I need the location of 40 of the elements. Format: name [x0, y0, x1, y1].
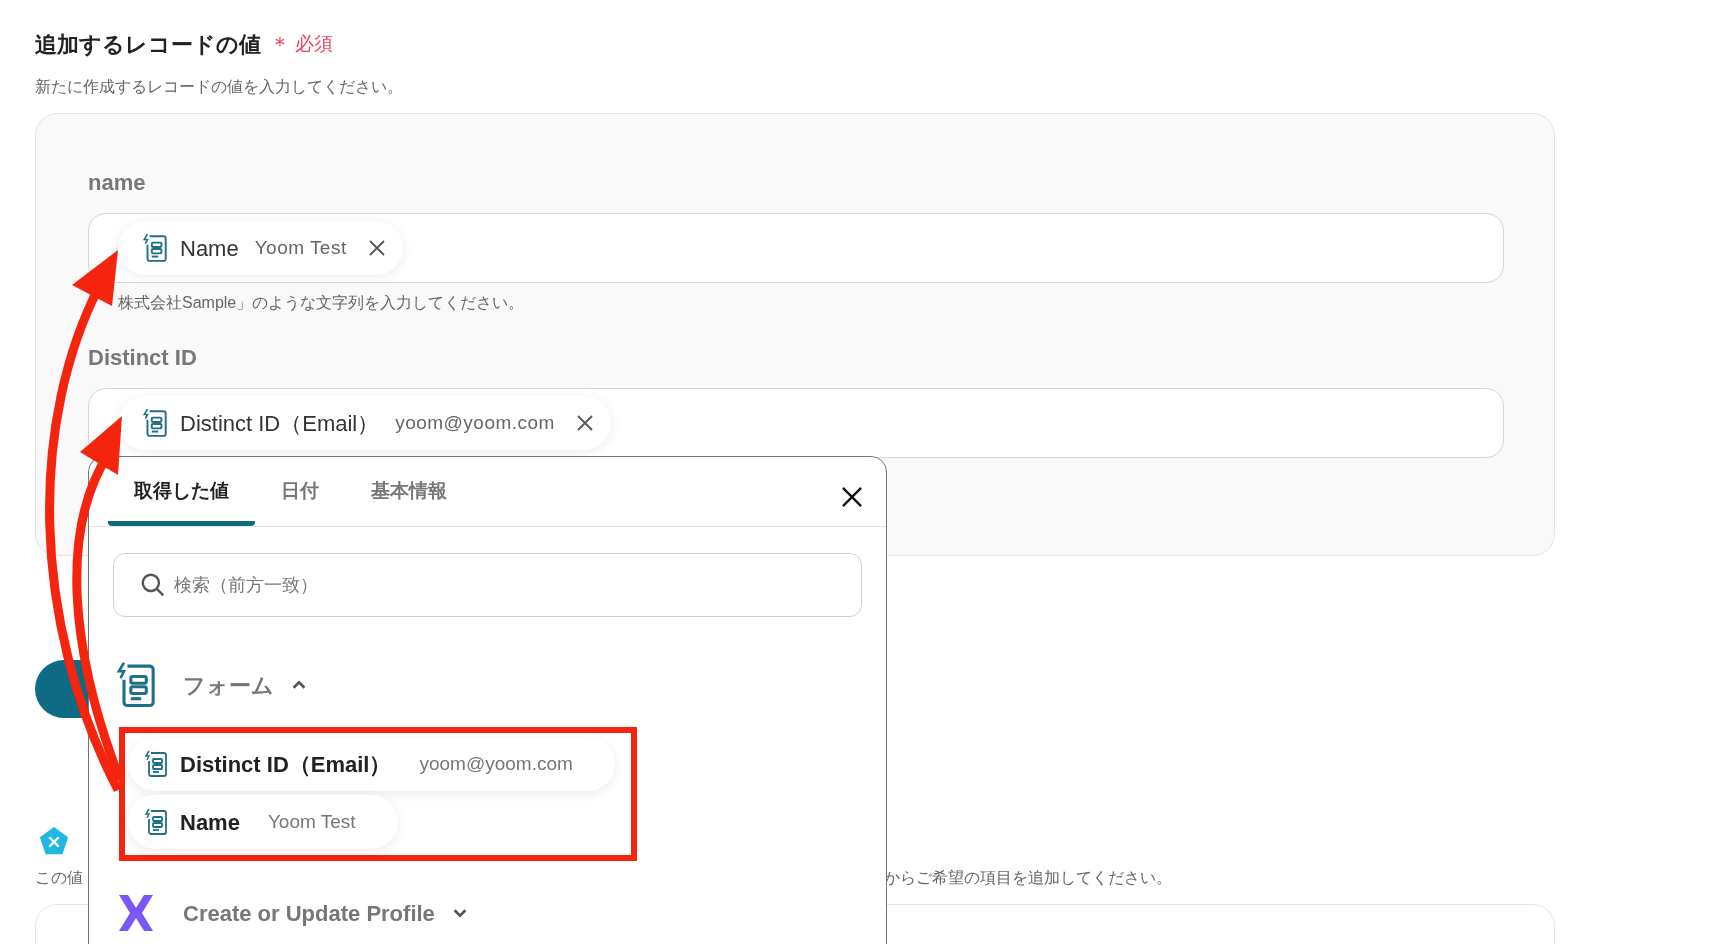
input-field[interactable]: Distinct ID（Email） yoom@yoom.com	[88, 388, 1504, 458]
form-icon	[142, 408, 168, 438]
form-icon	[144, 750, 168, 778]
chip-value: yoom@yoom.com	[395, 410, 555, 435]
section-toggle[interactable]: フォーム	[183, 668, 308, 702]
required-mark: ＊	[269, 31, 291, 59]
input-field[interactable]: Name Yoom Test	[88, 213, 1504, 283]
field-hint: 株式会社Sample」のような文字列を入力してください。	[117, 293, 526, 313]
value-chip[interactable]: Distinct ID（Email） yoom@yoom.com	[118, 396, 611, 450]
search-field[interactable]: 検索（前方一致）	[113, 553, 862, 617]
value-chip[interactable]: Name Yoom Test	[118, 221, 403, 275]
form-icon	[144, 808, 168, 836]
description-text: この値	[35, 868, 83, 888]
close-button[interactable]	[839, 484, 865, 510]
section-description: 新たに作成するレコードの値を入力してください。	[35, 77, 404, 97]
close-icon	[366, 238, 387, 258]
field-label: name	[88, 169, 147, 197]
field-label: Distinct ID	[88, 344, 198, 372]
close-icon	[574, 413, 595, 433]
app-logo-icon	[38, 826, 70, 856]
section-toggle[interactable]: Create or Update Profile	[183, 896, 469, 930]
item-value: Yoom Test	[267, 809, 356, 834]
chip-value: Yoom Test	[254, 235, 347, 260]
search-input[interactable]: 検索（前方一致）	[174, 571, 861, 599]
form-icon	[142, 233, 168, 263]
item-value: yoom@yoom.com	[419, 751, 573, 776]
remove-button[interactable]	[366, 238, 387, 258]
tab[interactable]: 基本情報	[345, 476, 473, 526]
tab[interactable]: 日付	[255, 476, 345, 526]
tab[interactable]: 取得した値	[108, 476, 255, 526]
required-label: 必須	[295, 32, 333, 57]
variable-item[interactable]: Distinct ID（Email） yoom@yoom.com	[128, 737, 615, 791]
chip-label: Distinct ID（Email）	[180, 409, 380, 438]
remove-button[interactable]	[574, 413, 595, 433]
close-icon	[839, 484, 865, 510]
section-title: 追加するレコードの値	[35, 31, 261, 59]
search-icon	[140, 572, 166, 598]
chip-label: Name	[180, 234, 239, 263]
variable-item[interactable]: Name Yoom Test	[128, 795, 398, 849]
form-icon	[115, 661, 157, 709]
